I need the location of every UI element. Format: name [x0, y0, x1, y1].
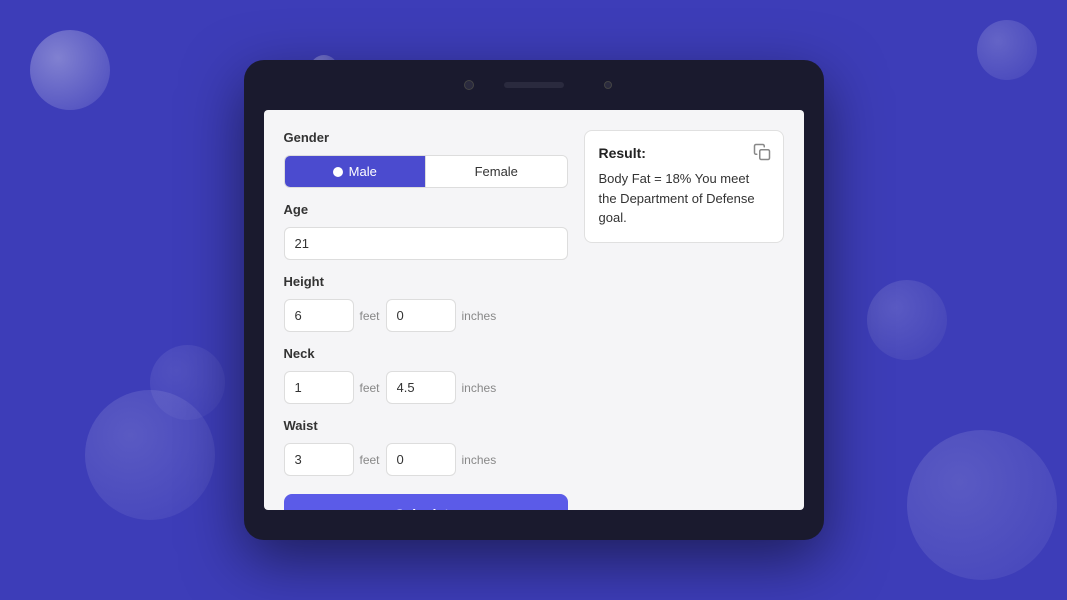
gender-label: Gender [284, 130, 568, 145]
decorative-bubble-7 [867, 280, 947, 360]
height-section: Height feet inches [284, 274, 568, 332]
calculate-button[interactable]: Calculate [284, 494, 568, 510]
gender-option-male[interactable]: Male [285, 156, 426, 187]
neck-label: Neck [284, 346, 568, 361]
waist-label: Waist [284, 418, 568, 433]
gender-section: Gender Male Female [284, 130, 568, 188]
result-title: Result: [599, 145, 769, 161]
age-section: Age [284, 202, 568, 260]
neck-measurement-row: feet inches [284, 371, 568, 404]
waist-feet-unit: feet [360, 453, 380, 467]
neck-feet-input[interactable] [284, 371, 354, 404]
copy-icon[interactable] [753, 143, 771, 161]
waist-section: Waist feet inches [284, 418, 568, 476]
waist-feet-input[interactable] [284, 443, 354, 476]
waist-inches-unit: inches [462, 453, 497, 467]
gender-female-label: Female [475, 164, 518, 179]
height-feet-unit: feet [360, 309, 380, 323]
neck-inches-unit: inches [462, 381, 497, 395]
height-feet-input[interactable] [284, 299, 354, 332]
result-panel: Result: Body Fat = 18% You meet the Depa… [584, 130, 784, 243]
age-label: Age [284, 202, 568, 217]
height-label: Height [284, 274, 568, 289]
height-inches-unit: inches [462, 309, 497, 323]
height-inches-input[interactable] [386, 299, 456, 332]
waist-inches-input[interactable] [386, 443, 456, 476]
height-measurement-row: feet inches [284, 299, 568, 332]
decorative-bubble-6 [907, 430, 1057, 580]
gender-option-female[interactable]: Female [425, 156, 567, 187]
form-panel: Gender Male Female Age [284, 130, 568, 490]
waist-measurement-row: feet inches [284, 443, 568, 476]
age-input[interactable] [284, 227, 568, 260]
neck-feet-unit: feet [360, 381, 380, 395]
speaker [504, 82, 564, 88]
camera-right [604, 81, 612, 89]
neck-section: Neck feet inches [284, 346, 568, 404]
result-text: Body Fat = 18% You meet the Department o… [599, 169, 769, 228]
neck-inches-input[interactable] [386, 371, 456, 404]
decorative-bubble-5 [150, 345, 225, 420]
radio-dot-male [333, 167, 343, 177]
decorative-bubble-3 [977, 20, 1037, 80]
gender-options: Male Female [284, 155, 568, 188]
tablet-screen: Gender Male Female Age [264, 110, 804, 510]
gender-male-label: Male [349, 164, 377, 179]
tablet-top-bar [244, 60, 824, 110]
camera-left [464, 80, 474, 90]
tablet-device: Gender Male Female Age [244, 60, 824, 540]
decorative-bubble-1 [30, 30, 110, 110]
